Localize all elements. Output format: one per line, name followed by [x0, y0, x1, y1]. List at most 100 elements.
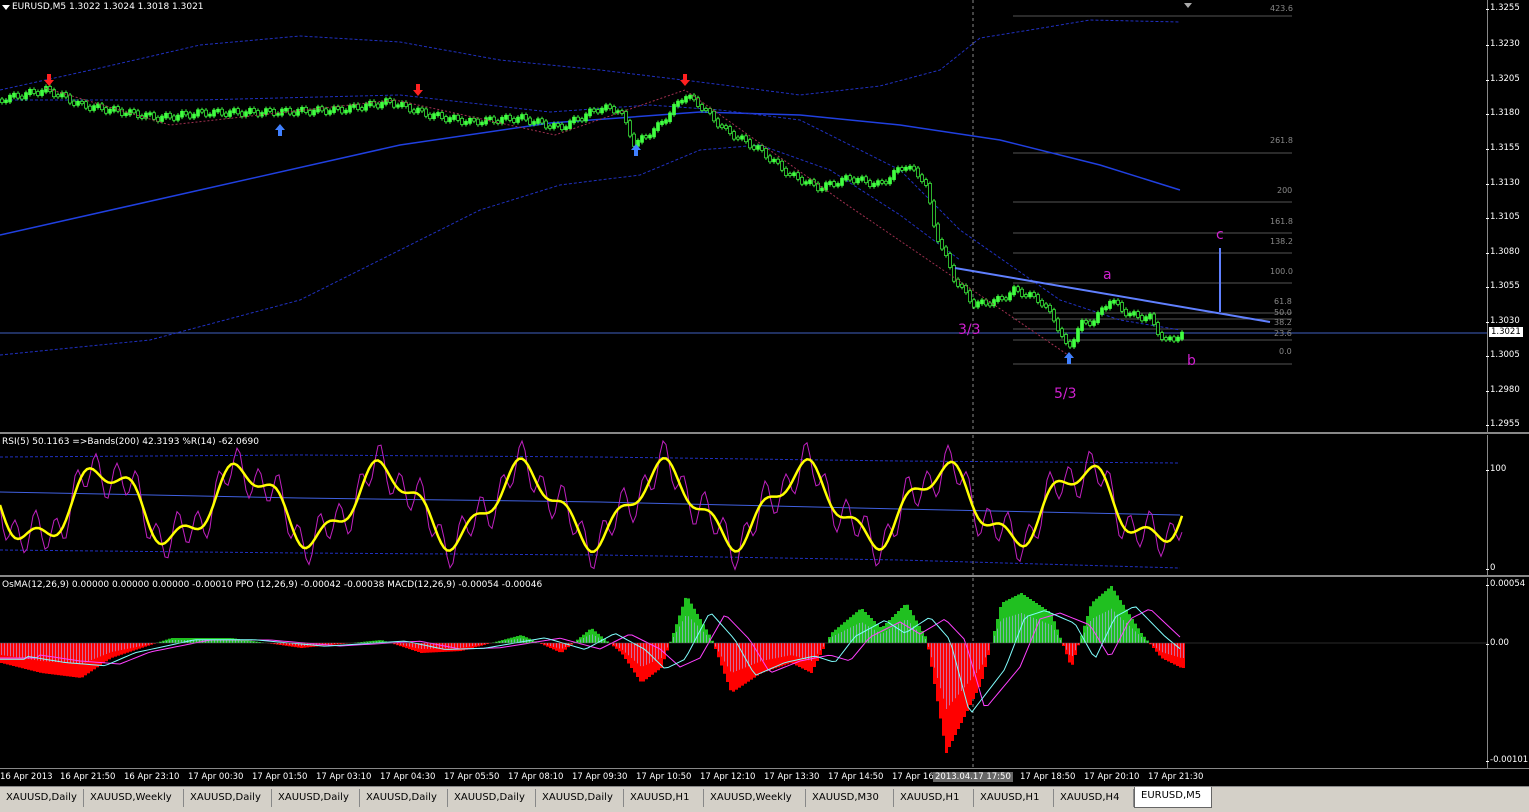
candle [656, 122, 660, 131]
candle [164, 112, 168, 119]
candle [468, 117, 472, 124]
candle [104, 107, 108, 114]
time-label: 17 Apr 10:50 [636, 772, 692, 782]
price-tick: 1.2980 [1486, 385, 1520, 395]
candle [564, 126, 568, 131]
candle [704, 108, 708, 111]
main-chart-title: EURUSD,M5 1.3022 1.3024 1.3018 1.3021 [12, 2, 204, 12]
candle [1180, 331, 1184, 340]
candle [732, 131, 736, 140]
tab-xauusd-daily[interactable]: XAUUSD,Daily [536, 789, 624, 807]
rsi-tick: 0 [1485, 563, 1496, 573]
candle [844, 175, 848, 181]
tab-xauusd-m30[interactable]: XAUUSD,M30 [806, 789, 894, 807]
candle [244, 111, 248, 117]
candle [132, 109, 136, 114]
candle [420, 107, 424, 112]
candle [336, 106, 340, 110]
candle [332, 106, 336, 113]
candle [248, 108, 252, 115]
rsi-tick: 100 [1485, 464, 1507, 474]
rsi-scale[interactable] [1487, 435, 1529, 575]
time-axis[interactable]: 16 Apr 2013 16 Apr 21:50 16 Apr 23:10 17… [0, 768, 1529, 787]
candle [484, 117, 488, 125]
candle [1084, 320, 1088, 324]
candle [756, 145, 760, 150]
candle [1064, 334, 1068, 344]
candle [988, 302, 992, 307]
price-tick: 1.3230 [1486, 39, 1520, 49]
candle [376, 103, 380, 109]
candle [924, 179, 928, 186]
candle [188, 112, 192, 119]
candle [560, 123, 564, 131]
candle [520, 114, 524, 120]
fib-level: 200 [1277, 186, 1293, 195]
candle [532, 121, 536, 125]
macd-canvas [0, 578, 1487, 768]
candle [820, 187, 824, 192]
candle [648, 134, 652, 139]
candle [344, 109, 348, 114]
candle [292, 111, 296, 116]
macd-scale[interactable] [1487, 578, 1529, 768]
tab-xauusd-daily[interactable]: XAUUSD,Daily [360, 789, 448, 807]
candle [764, 148, 768, 159]
candle [972, 299, 976, 308]
candle [448, 117, 452, 123]
candle [4, 99, 8, 103]
candle [136, 110, 140, 118]
tab-xauusd-weekly[interactable]: XAUUSD,Weekly [704, 789, 806, 807]
candle [1092, 320, 1096, 326]
candle [1028, 292, 1032, 298]
tab-xauusd-daily[interactable]: XAUUSD,Daily [0, 789, 84, 807]
candle [1148, 313, 1152, 320]
candle [84, 101, 88, 109]
tab-xauusd-h4[interactable]: XAUUSD,H4 [1054, 789, 1134, 807]
price-tick: 1.3130 [1486, 178, 1520, 188]
candle [1004, 297, 1008, 301]
tab-eurusd-m5[interactable]: EURUSD,M5 [1134, 787, 1212, 808]
rsi-pane[interactable]: RSI(5) 50.1163 =>Bands(200) 42.3193 %R(1… [0, 435, 1487, 575]
current-price-label: 1.3021 [1489, 327, 1523, 337]
candle [1132, 311, 1136, 316]
candle [792, 172, 796, 176]
tab-xauusd-h1[interactable]: XAUUSD,H1 [974, 789, 1054, 807]
time-label: 17 Apr 00:30 [188, 772, 244, 782]
candle [328, 110, 332, 115]
tab-xauusd-daily[interactable]: XAUUSD,Daily [448, 789, 536, 807]
sell-arrow-icon [413, 84, 423, 96]
candle [160, 115, 164, 122]
candle [80, 100, 84, 105]
candle [852, 177, 856, 184]
candle [412, 109, 416, 114]
pane-separator[interactable] [0, 575, 1529, 577]
candle [1124, 308, 1128, 317]
candle [196, 109, 200, 117]
candle [708, 108, 712, 114]
candle [828, 181, 832, 186]
macd-pane[interactable]: OsMA(12,26,9) 0.00000 0.00000 0.00000 -0… [0, 578, 1487, 768]
time-label: 16 Apr 2013 [0, 772, 53, 782]
candle [864, 176, 868, 184]
main-chart-pane[interactable]: EURUSD,M5 1.3022 1.3024 1.3018 1.3021 42… [0, 0, 1487, 432]
dropdown-icon[interactable] [2, 5, 10, 10]
candle [684, 96, 688, 103]
tab-xauusd-h1[interactable]: XAUUSD,H1 [894, 789, 974, 807]
candle [580, 118, 584, 122]
candle [236, 108, 240, 115]
candle [392, 100, 396, 108]
candle [1080, 320, 1084, 331]
tab-xauusd-daily[interactable]: XAUUSD,Daily [184, 789, 272, 807]
candle [668, 112, 672, 123]
candle [968, 290, 972, 303]
candle [600, 107, 604, 114]
tab-xauusd-daily[interactable]: XAUUSD,Daily [272, 789, 360, 807]
candle [152, 112, 156, 120]
candle [996, 296, 1000, 302]
tab-xauusd-weekly[interactable]: XAUUSD,Weekly [84, 789, 184, 807]
candle [544, 120, 548, 129]
macd-tick: 0.00 [1486, 638, 1509, 648]
pane-separator[interactable] [0, 432, 1529, 434]
tab-xauusd-h1[interactable]: XAUUSD,H1 [624, 789, 704, 807]
